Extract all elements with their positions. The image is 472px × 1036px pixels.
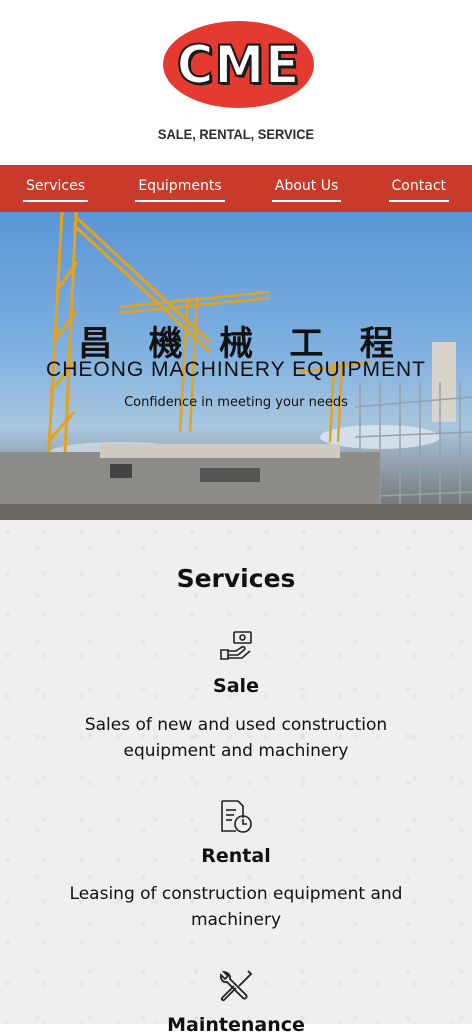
service-sale-name: Sale: [213, 675, 259, 697]
main-nav: Services Equipments About Us Contact: [0, 165, 472, 212]
service-rental-name: Rental: [201, 845, 271, 867]
hero-title: CHEONG MACHINERY EQUIPMENT: [46, 358, 426, 381]
cme-logo[interactable]: CME: [163, 21, 314, 108]
services-section: Services Sale Sales of new and used cons…: [0, 520, 472, 1036]
nav-equipments[interactable]: Equipments: [135, 175, 225, 202]
service-rental-desc: Leasing of construction equipment and ma…: [69, 884, 403, 930]
nav-about-us[interactable]: About Us: [271, 175, 342, 202]
service-sale-desc: Sales of new and used construction equip…: [84, 715, 388, 761]
wrench-screwdriver-icon: [219, 970, 253, 1002]
site-header: CME SALE, RENTAL, SERVICE: [0, 0, 472, 165]
services-heading: Services: [176, 564, 296, 593]
rental-document-clock-icon: [221, 800, 252, 833]
tagline: SALE, RENTAL, SERVICE: [157, 126, 315, 142]
nav-contact[interactable]: Contact: [388, 175, 449, 202]
hero-subtitle: Confidence in meeting your needs: [124, 395, 348, 410]
nav-services[interactable]: Services: [23, 175, 89, 202]
sale-hand-money-icon: [220, 631, 252, 660]
service-maintenance-name: Maintenance: [167, 1014, 305, 1036]
logo-text: CME: [176, 33, 301, 96]
hero-banner: 昌 機 械 工 程 CHEONG MACHINERY EQUIPMENT Con…: [0, 212, 472, 520]
